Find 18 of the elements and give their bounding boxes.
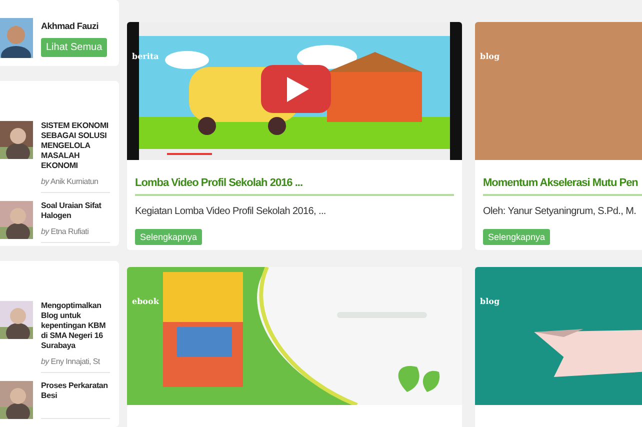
post-title[interactable]: Soal Uraian Sifat Halogen (41, 200, 110, 221)
card-excerpt: Kegiatan Lomba Video Profil Sekolah 2016, ... (135, 205, 327, 218)
profile-name: Akhmad Fauzi (41, 20, 98, 33)
category-label: blog (480, 50, 500, 62)
card-excerpt: Oleh: Yanur Setyaningrum, S.Pd., M. (483, 205, 638, 218)
category-label: blog (480, 295, 500, 307)
category-label: ebook (132, 295, 159, 307)
post-author: by Etna Rufiati (41, 226, 90, 238)
see-all-button[interactable]: Lihat Semua (41, 38, 108, 56)
read-more-button[interactable]: Selengkapnya (483, 229, 550, 245)
post-title[interactable]: SISTEM EKONOMI SEBAGAI SOLUSI MENGELOLA MASALAH EKONOMI (41, 120, 110, 171)
card-title[interactable]: Lomba Video Profil Sekolah 2016 ... (135, 176, 454, 196)
post-author: by Eny Innajati, St (41, 356, 101, 368)
card-title[interactable]: Momentum Akselerasi Mutu Pen (483, 176, 642, 196)
post-title[interactable]: Mengoptimalkan Blog untuk kepentingan KBM di SMA Negeri 16 Surabaya (41, 301, 110, 352)
read-more-button[interactable]: Selengkapnya (135, 229, 202, 245)
post-title[interactable]: Proses Perkaratan Besi (41, 381, 110, 402)
post-author: by Anik Kurniatun (41, 176, 100, 188)
